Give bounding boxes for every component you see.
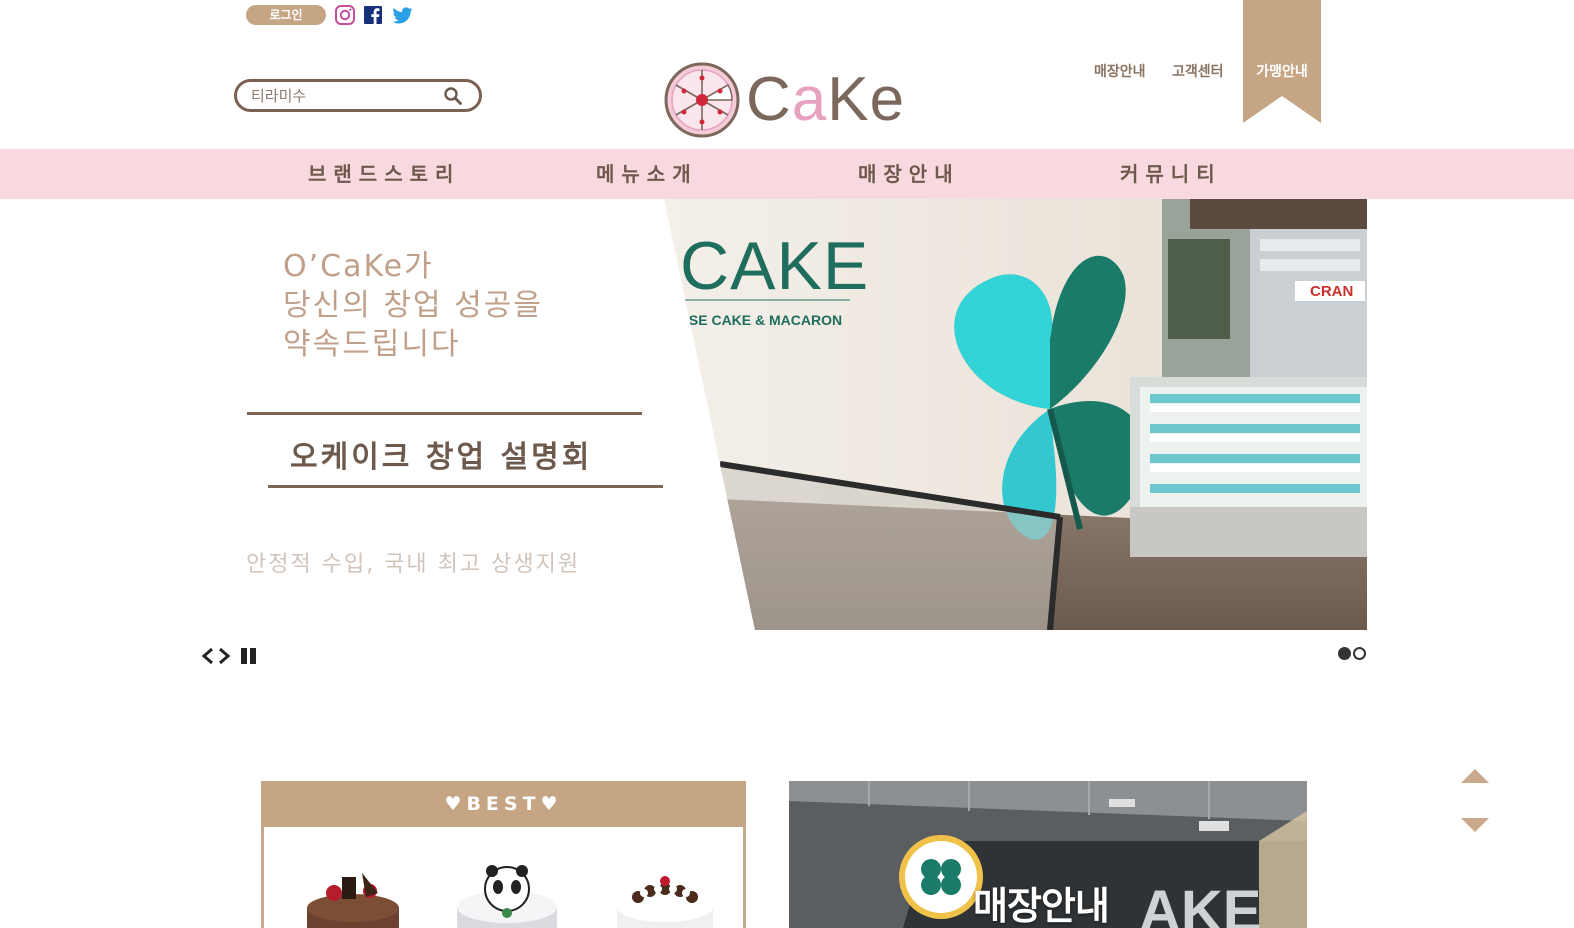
nav-item-menu[interactable]: 메뉴소개	[596, 149, 698, 199]
street-sign-text: CRAN	[1310, 283, 1353, 300]
instagram-icon[interactable]	[334, 4, 356, 26]
hero-slider[interactable]: CRAN CAKE ISE CAKE & MACARON O’CaKe가 당신의…	[200, 199, 1367, 630]
nav-item-community[interactable]: 커뮤니티	[1120, 149, 1222, 199]
wall-sign-subtext: ISE CAKE & MACARON	[685, 312, 842, 328]
store-sign-text: AKE	[1139, 879, 1261, 928]
cake-image-panda[interactable]	[440, 863, 574, 928]
cake-image-black-forest[interactable]	[598, 863, 732, 928]
hero-event-title: 오케이크 창업 설명회	[290, 440, 593, 475]
hero-headline: O’CaKe가 당신의 창업 성공을 약속드립니다	[283, 249, 543, 362]
hero-subtext: 안정적 수입, 국내 최고 상생지원	[246, 552, 581, 577]
scroll-up-icon[interactable]	[1460, 767, 1490, 785]
main-navigation: 브랜드스토리 메뉴소개 매장안내 커뮤니티	[0, 149, 1574, 199]
best-products-box: ♥BEST♥	[261, 781, 746, 928]
nav-item-brand-story[interactable]: 브랜드스토리	[308, 149, 460, 199]
next-slide-icon[interactable]	[216, 645, 232, 667]
twitter-icon[interactable]	[391, 4, 413, 26]
wall-sign-text: CAKE	[680, 228, 869, 304]
util-link-store[interactable]: 매장안내	[1094, 61, 1146, 81]
search-icon[interactable]	[443, 86, 463, 106]
search-box	[234, 79, 482, 112]
store-banner-title: 매장안내	[973, 884, 1110, 928]
logo-text-c: C	[746, 65, 792, 134]
slide-indicator-1[interactable]	[1338, 647, 1351, 660]
logo-text-a: a	[791, 65, 828, 134]
store-info-banner[interactable]: AKE 매장안내	[789, 781, 1307, 928]
slide-indicator-2[interactable]	[1353, 647, 1366, 660]
logo-wordmark: CaKe	[746, 62, 905, 138]
pause-icon[interactable]	[240, 645, 258, 667]
best-title: ♥BEST♥	[261, 781, 746, 827]
util-link-customer-center[interactable]: 고객센터	[1172, 61, 1224, 81]
franchise-ribbon[interactable]: 가맹안내	[1243, 0, 1321, 123]
prev-slide-icon[interactable]	[200, 645, 216, 667]
scroll-down-icon[interactable]	[1460, 816, 1490, 834]
login-button[interactable]: 로그인	[246, 5, 326, 25]
divider-top	[247, 412, 642, 415]
nav-item-stores[interactable]: 매장안내	[858, 149, 960, 199]
divider-bottom	[268, 485, 663, 488]
brand-logo[interactable]: CaKe	[660, 60, 920, 140]
facebook-icon[interactable]	[362, 4, 384, 26]
franchise-label: 가맹안내	[1256, 64, 1308, 80]
search-input[interactable]	[251, 85, 441, 106]
logo-text-ke: Ke	[827, 65, 906, 134]
cake-image-chocolate[interactable]	[286, 863, 420, 928]
cake-logo-icon	[664, 62, 740, 138]
